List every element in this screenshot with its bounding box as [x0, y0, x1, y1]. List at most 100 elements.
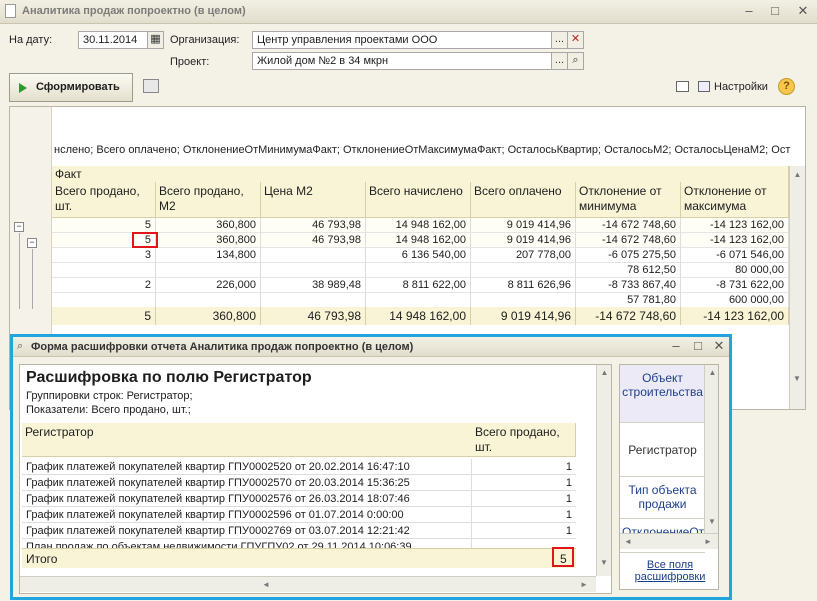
report-cell[interactable]: -6 075 275,50 — [576, 248, 681, 263]
scroll-down-icon[interactable]: ▼ — [600, 558, 608, 567]
dialog-maximize-button[interactable]: □ — [689, 338, 707, 355]
collapse-toggle[interactable]: − — [27, 238, 37, 248]
registrar-cell[interactable]: График платежей покупателей квартир ГПУ0… — [22, 475, 472, 491]
scroll-down-icon[interactable]: ▼ — [793, 374, 801, 383]
report-cell[interactable]: 80 000,00 — [681, 263, 789, 278]
table-icon[interactable] — [676, 81, 689, 92]
report-cell[interactable]: 134,800 — [156, 248, 261, 263]
total-cell[interactable]: 360,800 — [156, 307, 261, 325]
sold-cell[interactable]: 1 — [472, 523, 576, 539]
report-cell[interactable]: 46 793,98 — [261, 218, 366, 233]
report-cell[interactable]: 2 — [52, 278, 156, 293]
panel-scrollbar[interactable]: ▲ ▼ — [704, 365, 718, 533]
registrar-cell[interactable]: График платежей покупателей квартир ГПУ0… — [22, 523, 472, 539]
report-cell[interactable]: 226,000 — [156, 278, 261, 293]
report-cell[interactable]: -14 123 162,00 — [681, 218, 789, 233]
side-item[interactable]: Тип объекта продажи — [620, 477, 705, 519]
all-fields-link[interactable]: Все поля расшифровки — [626, 559, 714, 583]
report-cell[interactable]: -8 731 622,00 — [681, 278, 789, 293]
total-cell[interactable]: -14 123 162,00 — [681, 307, 789, 325]
report-row[interactable]: 5 360,800 46 793,98 14 948 162,00 9 019 414,… — [52, 233, 789, 248]
report-cell[interactable] — [156, 293, 261, 308]
print-icon[interactable] — [143, 79, 159, 93]
total-cell[interactable]: -14 672 748,60 — [576, 307, 681, 325]
report-cell[interactable] — [52, 263, 156, 278]
report-cell[interactable]: 360,800 — [156, 233, 261, 248]
project-input[interactable]: Жилой дом №2 в 34 мкрн — [252, 52, 552, 70]
collapse-toggle[interactable]: − — [14, 222, 24, 232]
scroll-left-icon[interactable]: ◄ — [262, 580, 270, 589]
dialog-close-button[interactable]: ✕ — [710, 338, 728, 355]
dialog-horizontal-scrollbar[interactable]: ◄ ► — [20, 576, 596, 592]
scroll-up-icon[interactable]: ▲ — [597, 368, 611, 377]
report-cell[interactable]: 14 948 162,00 — [366, 218, 471, 233]
report-cell[interactable]: 38 989,48 — [261, 278, 366, 293]
date-input[interactable]: 30.11.2014 — [78, 31, 148, 49]
report-cell[interactable]: 8 811 626,96 — [471, 278, 576, 293]
report-cell[interactable] — [52, 293, 156, 308]
side-item[interactable]: Объект строительства — [620, 365, 705, 423]
report-row[interactable]: 5 360,800 46 793,98 14 948 162,00 9 019 414,… — [52, 218, 789, 233]
report-row[interactable]: 2 226,000 38 989,48 8 811 622,00 8 811 626,9… — [52, 278, 789, 293]
minimize-button[interactable]: – — [740, 3, 758, 20]
sold-cell[interactable]: 1 — [472, 507, 576, 523]
report-cell[interactable] — [471, 293, 576, 308]
report-cell[interactable]: 14 948 162,00 — [366, 233, 471, 248]
report-cell[interactable]: -14 123 162,00 — [681, 233, 789, 248]
sold-cell[interactable]: 1 — [472, 475, 576, 491]
report-cell[interactable]: 6 136 540,00 — [366, 248, 471, 263]
total-cell[interactable]: 46 793,98 — [261, 307, 366, 325]
report-cell[interactable] — [261, 248, 366, 263]
project-select-button[interactable]: ... — [551, 52, 568, 70]
scroll-left-icon[interactable]: ◄ — [624, 537, 632, 546]
decode-row[interactable]: График платежей покупателей квартир ГПУ0… — [22, 459, 576, 475]
report-cell[interactable]: 360,800 — [156, 218, 261, 233]
maximize-button[interactable]: □ — [766, 3, 784, 20]
report-cell[interactable] — [366, 293, 471, 308]
report-row[interactable]: 3 134,800 6 136 540,00 207 778,00 -6 075 275… — [52, 248, 789, 263]
report-cell[interactable]: 600 000,00 — [681, 293, 789, 308]
report-cell[interactable]: 207 778,00 — [471, 248, 576, 263]
vertical-scrollbar[interactable]: ▲ ▼ — [789, 166, 805, 409]
registrar-cell[interactable]: График платежей покупателей квартир ГПУ0… — [22, 491, 472, 507]
project-search-icon[interactable]: ⌕ — [567, 52, 584, 70]
report-cell[interactable]: 8 811 622,00 — [366, 278, 471, 293]
dialog-minimize-button[interactable]: – — [667, 338, 685, 355]
report-cell[interactable]: 46 793,98 — [261, 233, 366, 248]
report-cell[interactable] — [471, 263, 576, 278]
total-cell[interactable]: 14 948 162,00 — [366, 307, 471, 325]
report-cell[interactable]: -8 733 867,40 — [576, 278, 681, 293]
report-cell[interactable]: -14 672 748,60 — [576, 233, 681, 248]
org-clear-button[interactable]: ✕ — [567, 31, 584, 49]
report-cell[interactable] — [366, 263, 471, 278]
scroll-right-icon[interactable]: ► — [580, 580, 588, 589]
generate-button[interactable]: Сформировать — [9, 73, 133, 102]
help-icon[interactable]: ? — [778, 78, 795, 95]
report-cell[interactable] — [156, 263, 261, 278]
decode-report[interactable]: Расшифровка по полю Регистратор Группиро… — [19, 364, 612, 594]
report-cell[interactable]: 9 019 414,96 — [471, 218, 576, 233]
report-cell[interactable]: 9 019 414,96 — [471, 233, 576, 248]
scroll-up-icon[interactable]: ▲ — [790, 170, 805, 179]
report-row[interactable]: 78 612,50 80 000,00 — [52, 263, 789, 278]
scroll-right-icon[interactable]: ► — [704, 537, 712, 546]
decode-row[interactable]: График платежей покупателей квартир ГПУ0… — [22, 475, 576, 491]
total-cell[interactable]: 5 — [52, 307, 156, 325]
calendar-icon[interactable]: ▦ — [147, 31, 164, 49]
settings-button[interactable]: Настройки — [714, 81, 768, 93]
close-button[interactable]: ✕ — [794, 3, 812, 20]
scroll-down-icon[interactable]: ▼ — [708, 517, 716, 526]
report-cell[interactable]: -14 672 748,60 — [576, 218, 681, 233]
panel-hscrollbar[interactable]: ◄ ► — [620, 533, 718, 549]
report-cell[interactable] — [261, 293, 366, 308]
decode-row[interactable]: График платежей покупателей квартир ГПУ0… — [22, 491, 576, 507]
org-input[interactable]: Центр управления проектами ООО — [252, 31, 552, 49]
report-cell[interactable] — [261, 263, 366, 278]
sold-cell[interactable]: 1 — [472, 459, 576, 475]
report-cell[interactable]: 78 612,50 — [576, 263, 681, 278]
report-cell[interactable]: 3 — [52, 248, 156, 263]
decode-row[interactable]: График платежей покупателей квартир ГПУ0… — [22, 507, 576, 523]
org-select-button[interactable]: ... — [551, 31, 568, 49]
total-cell[interactable]: 9 019 414,96 — [471, 307, 576, 325]
report-cell[interactable]: 5 — [52, 218, 156, 233]
